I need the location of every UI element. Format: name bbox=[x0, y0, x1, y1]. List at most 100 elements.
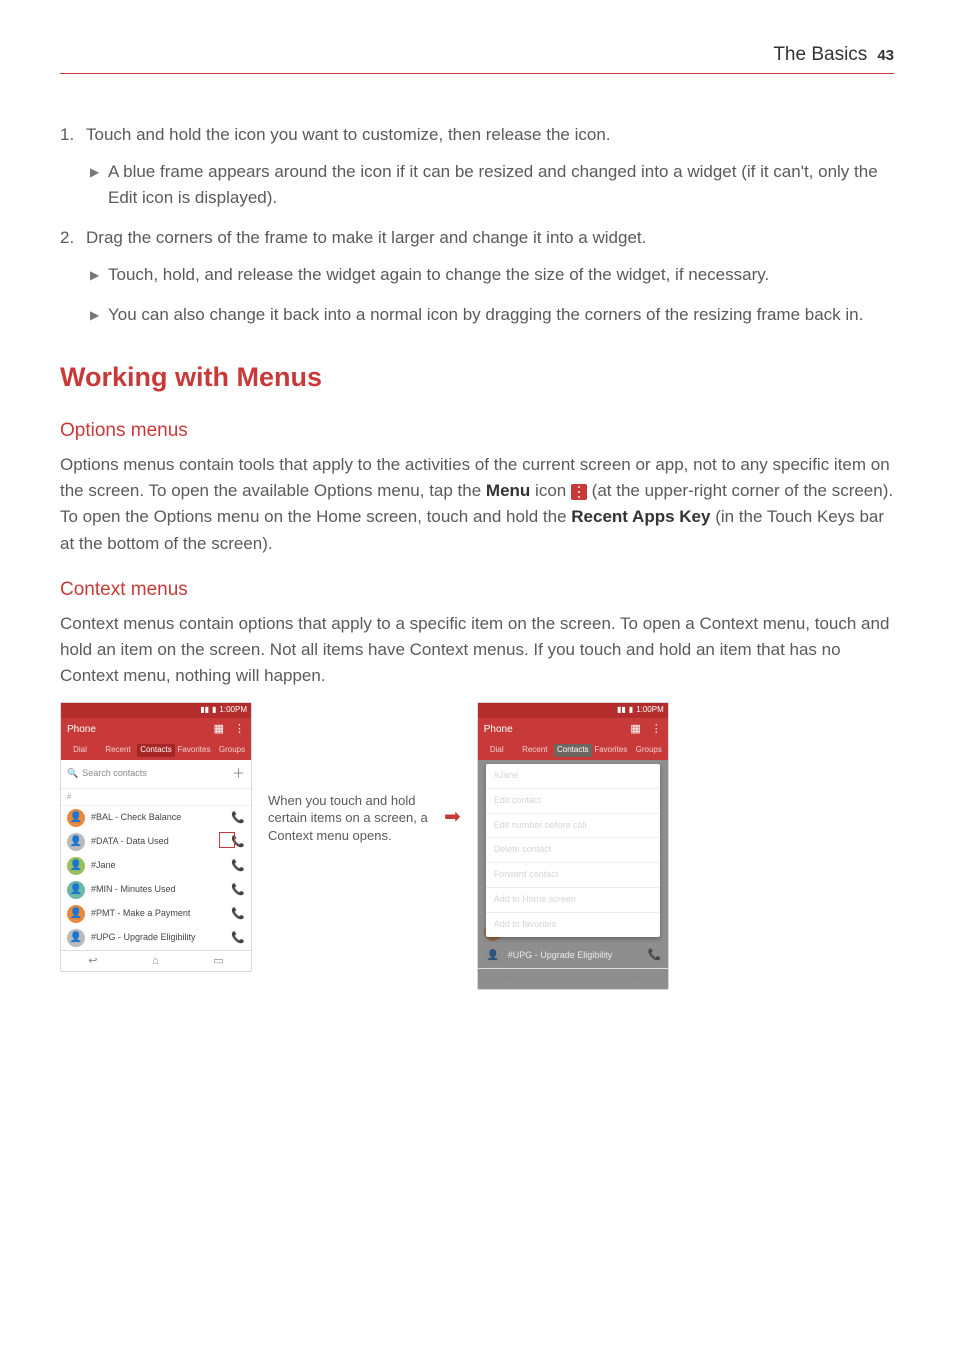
contact-label: #UPG - Upgrade Eligibility bbox=[508, 949, 613, 963]
tab-groups[interactable]: Groups bbox=[213, 744, 251, 756]
contact-label: #PMT - Make a Payment bbox=[91, 907, 190, 921]
header-title: The Basics bbox=[773, 40, 867, 69]
page-header: The Basics 43 bbox=[60, 40, 894, 74]
tab-groups[interactable]: Groups bbox=[630, 744, 668, 756]
nav-keys: ↩ ⌂ ▭ bbox=[61, 950, 251, 971]
dial-icon[interactable]: 📞 bbox=[231, 907, 245, 921]
step-text: Drag the corners of the frame to make it… bbox=[86, 225, 646, 251]
context-menu-item[interactable]: Delete contact bbox=[486, 838, 660, 863]
avatar-icon: 👤 bbox=[67, 929, 85, 947]
recent-key-icon[interactable]: ▭ bbox=[630, 970, 640, 987]
context-menu-item[interactable]: Forward contact bbox=[486, 863, 660, 888]
arrow-icon: ➡ bbox=[444, 702, 461, 833]
text: icon bbox=[530, 481, 571, 500]
avatar-icon: 👤 bbox=[67, 809, 85, 827]
bullet-marker-icon: ▶ bbox=[90, 302, 108, 328]
figure: ▮▮ ▮ 1:00PM Phone ▦ ⋮ Dial Recent Contac… bbox=[60, 702, 894, 990]
tab-bar: Dial Recent Contacts Favorites Groups bbox=[478, 742, 668, 760]
avatar-icon: 👤 bbox=[67, 905, 85, 923]
back-key-icon[interactable]: ↩ bbox=[505, 970, 514, 987]
contact-label: #MIN - Minutes Used bbox=[91, 883, 176, 897]
dial-icon[interactable]: 📞 bbox=[231, 859, 245, 873]
tab-recent[interactable]: Recent bbox=[99, 744, 137, 756]
context-paragraph: Context menus contain options that apply… bbox=[60, 611, 894, 690]
tab-favorites[interactable]: Favorites bbox=[592, 744, 630, 756]
status-time: 1:00PM bbox=[219, 704, 247, 716]
tab-contacts[interactable]: Contacts bbox=[554, 744, 592, 756]
step-bullet: Touch, hold, and release the widget agai… bbox=[108, 262, 769, 288]
context-menu: #Jane Edit contact Edit number before ca… bbox=[486, 764, 660, 938]
bullet-marker-icon: ▶ bbox=[90, 159, 108, 212]
callout-box bbox=[219, 832, 235, 848]
options-paragraph: Options menus contain tools that apply t… bbox=[60, 452, 894, 557]
step-text: Touch and hold the icon you want to cust… bbox=[86, 122, 611, 148]
contact-row[interactable]: 👤 #Jane 📞 bbox=[61, 854, 251, 878]
contact-row[interactable]: 👤 #BAL - Check Balance 📞 bbox=[61, 806, 251, 830]
context-menu-item[interactable]: Edit contact bbox=[486, 789, 660, 814]
tab-contacts[interactable]: Contacts bbox=[137, 744, 175, 756]
avatar-icon: 👤 bbox=[484, 947, 502, 965]
dial-icon[interactable]: 📞 bbox=[231, 931, 245, 945]
context-menu-title: #Jane bbox=[486, 764, 660, 789]
contact-row[interactable]: 👤 #PMT - Make a Payment 📞 bbox=[61, 902, 251, 926]
figure-caption: When you touch and hold certain items on… bbox=[268, 702, 428, 845]
menu-bold: Menu bbox=[486, 481, 530, 500]
dial-icon[interactable]: 📞 bbox=[648, 949, 662, 963]
home-key-icon[interactable]: ⌂ bbox=[152, 953, 159, 970]
search-row[interactable]: 🔍 Search contacts ＋ bbox=[61, 760, 251, 789]
battery-icon: ▮ bbox=[212, 704, 216, 716]
tab-bar: Dial Recent Contacts Favorites Groups bbox=[61, 742, 251, 760]
tab-dial[interactable]: Dial bbox=[478, 744, 516, 756]
contact-label: #Jane bbox=[91, 859, 116, 873]
back-key-icon[interactable]: ↩ bbox=[88, 953, 97, 970]
search-icon: 🔍 bbox=[67, 767, 78, 781]
step-marker: 2. bbox=[60, 225, 86, 251]
nav-keys: ↩ ⌂ ▭ bbox=[478, 968, 668, 989]
signal-icon: ▮▮ bbox=[200, 704, 209, 716]
dial-icon[interactable]: 📞 bbox=[231, 883, 245, 897]
grid-icon[interactable]: ▦ bbox=[214, 721, 224, 738]
overflow-menu-icon[interactable]: ⋮ bbox=[234, 721, 245, 738]
avatar-icon: 👤 bbox=[67, 857, 85, 875]
step-bullet: A blue frame appears around the icon if … bbox=[108, 159, 894, 212]
recent-apps-bold: Recent Apps Key bbox=[571, 507, 710, 526]
contact-row[interactable]: 👤 #DATA - Data Used 📞 bbox=[61, 830, 251, 854]
step-marker: 1. bbox=[60, 122, 86, 148]
overflow-menu-icon[interactable]: ⋮ bbox=[651, 721, 662, 738]
contact-label: #UPG - Upgrade Eligibility bbox=[91, 931, 196, 945]
status-bar: ▮▮ ▮ 1:00PM bbox=[478, 703, 668, 718]
home-key-icon[interactable]: ⌂ bbox=[569, 970, 576, 987]
tab-dial[interactable]: Dial bbox=[61, 744, 99, 756]
contact-label: #BAL - Check Balance bbox=[91, 811, 181, 825]
sub-heading-options: Options menus bbox=[60, 416, 894, 445]
status-bar: ▮▮ ▮ 1:00PM bbox=[61, 703, 251, 718]
phone-screenshot-right: ▮▮ ▮ 1:00PM Phone ▦ ⋮ Dial Recent Contac… bbox=[477, 702, 669, 990]
bullet-marker-icon: ▶ bbox=[90, 262, 108, 288]
contact-row[interactable]: 👤 #UPG - Upgrade Eligibility 📞 bbox=[478, 944, 668, 968]
context-menu-item[interactable]: Edit number before call bbox=[486, 814, 660, 839]
contact-row[interactable]: 👤 #UPG - Upgrade Eligibility 📞 bbox=[61, 926, 251, 950]
tab-recent[interactable]: Recent bbox=[516, 744, 554, 756]
app-title-bar: Phone ▦ ⋮ bbox=[61, 718, 251, 742]
contact-label: #DATA - Data Used bbox=[91, 835, 169, 849]
context-menu-item[interactable]: Add to favorites bbox=[486, 913, 660, 937]
grid-icon[interactable]: ▦ bbox=[630, 721, 640, 738]
avatar-icon: 👤 bbox=[67, 881, 85, 899]
sub-heading-context: Context menus bbox=[60, 575, 894, 604]
app-title-bar: Phone ▦ ⋮ bbox=[478, 718, 668, 742]
section-divider: # bbox=[61, 789, 251, 806]
dial-icon[interactable]: 📞 bbox=[231, 811, 245, 825]
tab-favorites[interactable]: Favorites bbox=[175, 744, 213, 756]
steps-list: 1. Touch and hold the icon you want to c… bbox=[60, 122, 894, 328]
contact-row[interactable]: 👤 #MIN - Minutes Used 📞 bbox=[61, 878, 251, 902]
step-bullet: You can also change it back into a norma… bbox=[108, 302, 863, 328]
battery-icon: ▮ bbox=[629, 704, 633, 716]
search-placeholder: Search contacts bbox=[82, 767, 147, 781]
recent-key-icon[interactable]: ▭ bbox=[213, 953, 223, 970]
avatar-icon: 👤 bbox=[67, 833, 85, 851]
menu-dots-icon bbox=[571, 484, 587, 500]
app-title: Phone bbox=[67, 722, 96, 738]
context-menu-item[interactable]: Add to Home screen bbox=[486, 888, 660, 913]
add-contact-icon[interactable]: ＋ bbox=[232, 764, 245, 784]
app-title: Phone bbox=[484, 722, 513, 738]
